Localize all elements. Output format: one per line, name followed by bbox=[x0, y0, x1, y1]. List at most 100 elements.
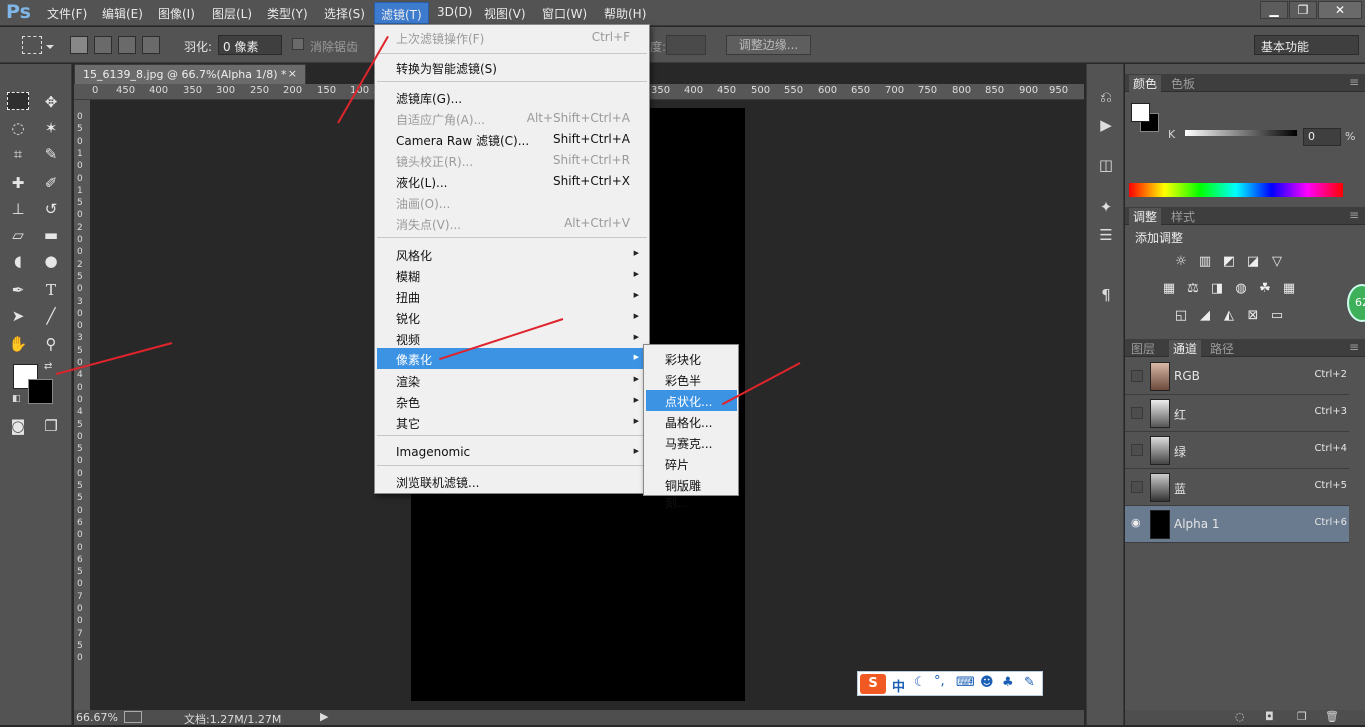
photo-filter-icon[interactable]: ◍ bbox=[1232, 281, 1250, 297]
menu-edit[interactable]: 编辑(E) bbox=[102, 5, 143, 22]
intersect-selection-icon[interactable] bbox=[142, 36, 160, 54]
healing-brush-tool-icon[interactable]: ✚ bbox=[5, 171, 31, 195]
eyedropper-tool-icon[interactable]: ✎ bbox=[38, 142, 64, 166]
clone-stamp-tool-icon[interactable]: ⊥ bbox=[5, 197, 31, 221]
tab-layers[interactable]: 图层 bbox=[1131, 340, 1155, 357]
levels-icon[interactable]: ▥ bbox=[1196, 254, 1214, 270]
preset-dropdown-icon[interactable] bbox=[46, 45, 54, 49]
swap-colors-icon[interactable]: ⇄ bbox=[44, 361, 52, 372]
paragraph-panel-icon[interactable]: ¶ bbox=[1095, 284, 1117, 306]
panel-menu-icon[interactable]: ≡ bbox=[1349, 208, 1359, 222]
subtract-selection-icon[interactable] bbox=[118, 36, 136, 54]
filter-smart-item[interactable]: 转换为智能滤镜(S) bbox=[377, 57, 647, 78]
menu-window[interactable]: 窗口(W) bbox=[542, 5, 587, 22]
tab-adjustments[interactable]: 调整 bbox=[1129, 208, 1162, 225]
filter-camera-raw-item[interactable]: Camera Raw 滤镜(C)... Shift+Ctrl+A bbox=[377, 129, 647, 150]
document-tab[interactable]: 15_6139_8.jpg @ 66.7%(Alpha 1/8) * × bbox=[74, 64, 306, 84]
punctuation-icon[interactable]: °, bbox=[934, 674, 945, 689]
channel-row[interactable]: 蓝 Ctrl+5 bbox=[1125, 469, 1349, 506]
pixelate-fragment-item[interactable]: 碎片 bbox=[646, 453, 737, 474]
menu-file[interactable]: 文件(F) bbox=[47, 5, 87, 22]
menu-image[interactable]: 图像(I) bbox=[158, 5, 195, 22]
invert-icon[interactable]: ◱ bbox=[1172, 308, 1190, 324]
channel-row[interactable]: 红 Ctrl+3 bbox=[1125, 395, 1349, 432]
load-selection-icon[interactable]: ◌ bbox=[1235, 710, 1245, 723]
add-selection-icon[interactable] bbox=[94, 36, 112, 54]
crop-tool-icon[interactable]: ⌗ bbox=[5, 142, 31, 166]
filter-imagenomic-item[interactable]: Imagenomic bbox=[377, 442, 647, 463]
filter-noise-item[interactable]: 杂色 bbox=[377, 391, 647, 412]
pixelate-facet-item[interactable]: 彩块化 bbox=[646, 348, 737, 369]
filter-gallery-item[interactable]: 滤镜库(G)... bbox=[377, 87, 647, 108]
tab-color[interactable]: 颜色 bbox=[1129, 75, 1162, 92]
filter-sharpen-item[interactable]: 锐化 bbox=[377, 307, 647, 328]
menu-3d[interactable]: 3D(D) bbox=[437, 5, 472, 19]
hand-tool-icon[interactable]: ✋ bbox=[5, 332, 31, 356]
status-menu-arrow-icon[interactable]: ▶ bbox=[320, 710, 328, 723]
tab-channels[interactable]: 通道 bbox=[1169, 340, 1202, 357]
screen-mode-icon[interactable]: ❐ bbox=[38, 414, 64, 438]
feather-input[interactable]: 0 像素 bbox=[218, 35, 282, 55]
default-colors-icon[interactable]: ◧ bbox=[12, 394, 21, 404]
color-balance-icon[interactable]: ⚖ bbox=[1184, 281, 1202, 297]
document-close-icon[interactable]: × bbox=[288, 67, 297, 80]
exposure-icon[interactable]: ◪ bbox=[1244, 254, 1262, 270]
gradient-tool-icon[interactable]: ▬ bbox=[38, 223, 64, 247]
gradient-map-icon[interactable]: ▭ bbox=[1268, 308, 1286, 324]
curves-icon[interactable]: ◩ bbox=[1220, 254, 1238, 270]
minimize-button[interactable]: ▁ bbox=[1260, 1, 1288, 19]
type-tool-icon[interactable]: T bbox=[38, 278, 64, 302]
filter-stylize-item[interactable]: 风格化 bbox=[377, 244, 647, 265]
filter-render-item[interactable]: 渲染 bbox=[377, 370, 647, 391]
zoom-level[interactable]: 66.67% bbox=[76, 711, 118, 724]
move-tool-icon[interactable]: ✥ bbox=[38, 90, 64, 114]
filter-video-item[interactable]: 视频 bbox=[377, 328, 647, 349]
hue-saturation-icon[interactable]: ▦ bbox=[1160, 281, 1178, 297]
zoom-tool-icon[interactable]: ⚲ bbox=[38, 332, 64, 356]
brightness-icon[interactable]: ☼ bbox=[1172, 254, 1190, 270]
brush-panel-icon[interactable]: ✦ bbox=[1095, 196, 1117, 218]
marquee-preset-icon[interactable] bbox=[22, 36, 42, 54]
new-channel-icon[interactable]: ❐ bbox=[1297, 710, 1307, 723]
channel-row[interactable]: RGB Ctrl+2 bbox=[1125, 358, 1349, 395]
new-selection-icon[interactable] bbox=[70, 36, 88, 54]
tab-swatches[interactable]: 色板 bbox=[1171, 75, 1195, 92]
skin-icon[interactable]: ♣ bbox=[1002, 675, 1014, 690]
tab-paths[interactable]: 路径 bbox=[1210, 340, 1234, 357]
lasso-tool-icon[interactable]: ◌ bbox=[5, 116, 31, 140]
pen-tool-icon[interactable]: ✒ bbox=[5, 278, 31, 302]
selective-color-icon[interactable]: ⊠ bbox=[1244, 308, 1262, 324]
menu-filter[interactable]: 滤镜(T) bbox=[374, 2, 429, 24]
brush-tool-icon[interactable]: ✐ bbox=[38, 171, 64, 195]
history-panel-icon[interactable]: ⎌ bbox=[1095, 86, 1117, 108]
wrench-icon[interactable]: ✎ bbox=[1024, 675, 1035, 690]
visibility-toggle[interactable] bbox=[1131, 481, 1143, 493]
menu-type[interactable]: 类型(Y) bbox=[267, 5, 308, 22]
filter-other-item[interactable]: 其它 bbox=[377, 412, 647, 433]
menu-view[interactable]: 视图(V) bbox=[484, 5, 526, 22]
brush-presets-panel-icon[interactable]: ☰ bbox=[1095, 224, 1117, 246]
magic-wand-tool-icon[interactable]: ✶ bbox=[38, 116, 64, 140]
line-tool-icon[interactable]: ╱ bbox=[38, 304, 64, 328]
eye-icon[interactable]: ◉ bbox=[1131, 516, 1143, 529]
tab-styles[interactable]: 样式 bbox=[1171, 208, 1195, 225]
channel-row[interactable]: ◉ Alpha 1 Ctrl+6 bbox=[1125, 506, 1349, 543]
pixelate-crystallize-item[interactable]: 晶格化... bbox=[646, 411, 737, 432]
save-selection-icon[interactable]: ◘ bbox=[1265, 710, 1274, 723]
k-input[interactable]: 0 bbox=[1303, 128, 1341, 146]
color-lookup-icon[interactable]: ▦ bbox=[1280, 281, 1298, 297]
pixelate-mosaic-item[interactable]: 马赛克... bbox=[646, 432, 737, 453]
sogou-logo[interactable]: S bbox=[860, 674, 886, 694]
pixelate-mezzotint-item[interactable]: 铜版雕刻... bbox=[646, 474, 737, 510]
channel-row[interactable]: 绿 Ctrl+4 bbox=[1125, 432, 1349, 469]
path-selection-tool-icon[interactable]: ➤ bbox=[5, 304, 31, 328]
history-brush-tool-icon[interactable]: ↺ bbox=[38, 197, 64, 221]
width-input[interactable] bbox=[666, 35, 706, 55]
visibility-toggle[interactable] bbox=[1131, 370, 1143, 382]
restore-button[interactable]: ❐ bbox=[1289, 1, 1317, 19]
rect-marquee-tool-icon[interactable] bbox=[7, 92, 29, 110]
filter-blur-item[interactable]: 模糊 bbox=[377, 265, 647, 286]
threshold-icon[interactable]: ◭ bbox=[1220, 308, 1238, 324]
actions-panel-icon[interactable]: ▶ bbox=[1095, 114, 1117, 136]
background-color-swatch[interactable] bbox=[28, 379, 53, 404]
